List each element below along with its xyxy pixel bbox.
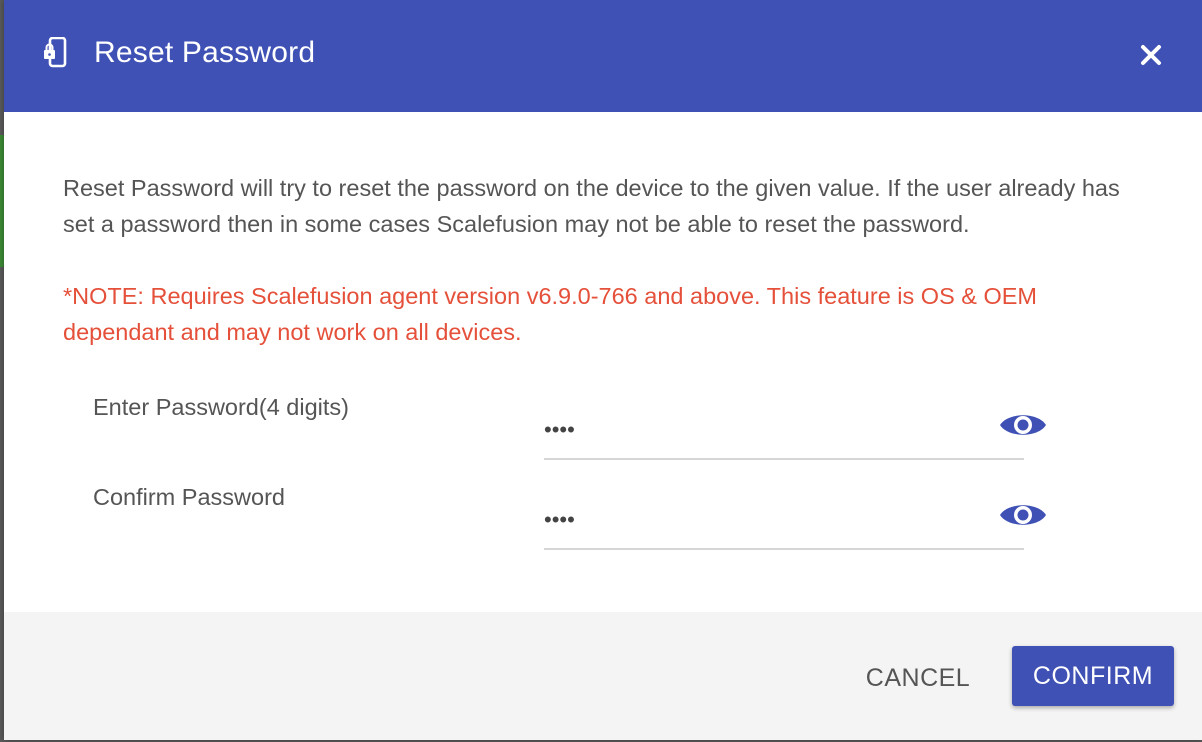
enter-password-input[interactable] [544, 402, 1024, 460]
confirm-password-input[interactable] [544, 492, 1024, 550]
confirm-button[interactable]: CONFIRM [1012, 646, 1174, 706]
description-text: Reset Password will try to reset the pas… [63, 175, 1120, 237]
reset-password-dialog: Reset Password Reset Password will try t… [4, 0, 1202, 740]
note-text: *NOTE: Requires Scalefusion agent versio… [63, 283, 1038, 345]
eye-icon[interactable] [998, 499, 1048, 531]
dialog-header: Reset Password [4, 0, 1202, 112]
dialog-footer: CANCEL CONFIRM [4, 612, 1202, 740]
phone-lock-icon [42, 36, 68, 69]
enter-password-label: Enter Password(4 digits) [93, 394, 349, 420]
close-icon[interactable] [1134, 38, 1168, 72]
dialog-title: Reset Password [94, 36, 316, 69]
eye-icon[interactable] [998, 409, 1048, 441]
confirm-password-label: Confirm Password [93, 484, 285, 510]
cancel-button[interactable]: CANCEL [844, 656, 992, 700]
dialog-body: Reset Password will try to reset the pas… [4, 112, 1202, 612]
